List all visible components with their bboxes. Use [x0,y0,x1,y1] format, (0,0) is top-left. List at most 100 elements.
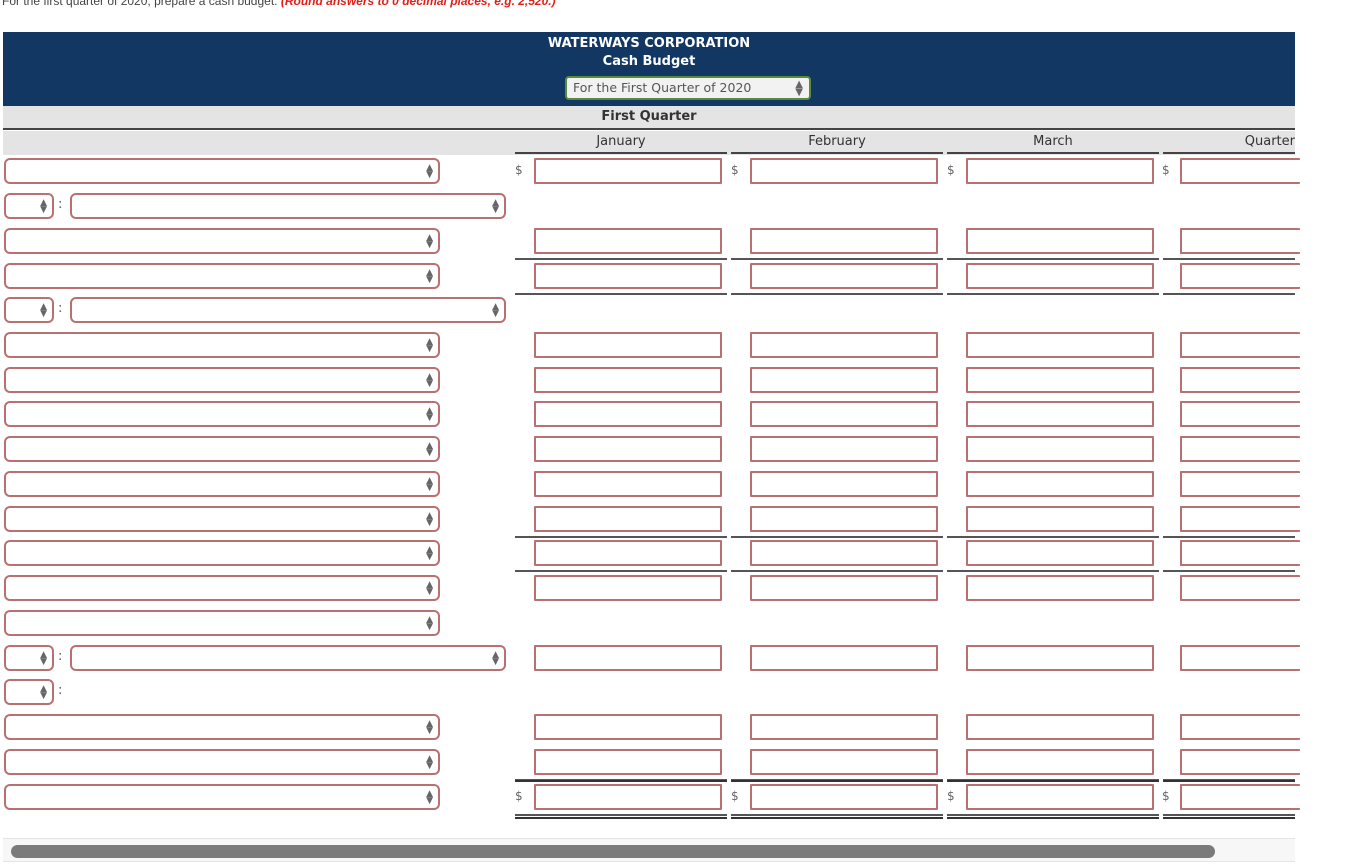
group-header-band: First Quarter [3,106,1295,130]
amount-input-march[interactable] [966,436,1154,462]
sign-select[interactable]: ▲ ▼ [4,193,54,219]
amount-input-january[interactable] [534,263,722,289]
period-select-value: For the First Quarter of 2020 [573,80,752,95]
amount-input-february[interactable] [750,471,938,497]
updown-arrows-icon: ▲ ▼ [426,615,433,632]
amount-input-quarter[interactable] [1180,575,1300,601]
line-item-select[interactable]: ▲ ▼ [4,749,440,775]
line-item-select[interactable]: ▲ ▼ [4,714,440,740]
amount-input-february[interactable] [750,158,938,184]
updown-arrows-icon: ▲ ▼ [795,79,803,98]
amount-input-quarter[interactable] [1180,506,1300,532]
amount-input-february[interactable] [750,749,938,775]
sign-select[interactable]: ▲ ▼ [4,297,54,323]
amount-input-quarter[interactable] [1180,367,1300,393]
updown-arrows-icon: ▲ ▼ [426,545,433,562]
line-item-select[interactable]: ▲ ▼ [4,575,440,601]
updown-arrows-icon: ▲ ▼ [426,476,433,493]
amount-input-quarter[interactable] [1180,645,1300,671]
amount-input-february[interactable] [750,714,938,740]
amount-input-march[interactable] [966,645,1154,671]
line-item-select[interactable]: ▲ ▼ [70,645,506,671]
line-item-select[interactable]: ▲ ▼ [4,332,440,358]
line-item-select[interactable]: ▲ ▼ [4,401,440,427]
amount-input-march[interactable] [966,367,1154,393]
amount-input-quarter[interactable] [1180,749,1300,775]
total-underline [1163,293,1295,295]
scrollbar-thumb[interactable] [11,845,1215,858]
amount-input-february[interactable] [750,228,938,254]
updown-arrows-icon: ▲ ▼ [426,719,433,736]
amount-input-quarter[interactable] [1180,471,1300,497]
amount-input-january[interactable] [534,645,722,671]
amount-input-february[interactable] [750,367,938,393]
amount-input-february[interactable] [750,540,938,566]
updown-arrows-icon: ▲ ▼ [426,406,433,423]
amount-input-february[interactable] [750,784,938,810]
amount-input-quarter[interactable] [1180,784,1300,810]
amount-input-march[interactable] [966,540,1154,566]
amount-input-january[interactable] [534,367,722,393]
currency-symbol: $ [947,163,955,177]
amount-input-march[interactable] [966,401,1154,427]
line-item-select[interactable]: ▲ ▼ [70,193,506,219]
amount-input-march[interactable] [966,714,1154,740]
line-item-select[interactable]: ▲ ▼ [4,367,440,393]
sign-select[interactable]: ▲ ▼ [4,679,54,705]
currency-symbol: $ [1162,163,1170,177]
amount-input-january[interactable] [534,401,722,427]
sign-select[interactable]: ▲ ▼ [4,645,54,671]
amount-input-quarter[interactable] [1180,228,1300,254]
line-item-select[interactable]: ▲ ▼ [4,263,440,289]
amount-input-march[interactable] [966,506,1154,532]
amount-input-march[interactable] [966,332,1154,358]
amount-input-january[interactable] [534,749,722,775]
amount-input-february[interactable] [750,575,938,601]
amount-input-february[interactable] [750,401,938,427]
updown-arrows-icon: ▲ ▼ [426,789,433,806]
amount-input-february[interactable] [750,332,938,358]
amount-input-quarter[interactable] [1180,332,1300,358]
line-item-select[interactable]: ▲ ▼ [4,228,440,254]
line-item-select[interactable]: ▲ ▼ [4,158,440,184]
amount-input-january[interactable] [534,784,722,810]
amount-input-january[interactable] [534,332,722,358]
amount-input-january[interactable] [534,436,722,462]
amount-input-january[interactable] [534,158,722,184]
amount-input-quarter[interactable] [1180,714,1300,740]
currency-symbol: $ [1162,789,1170,803]
line-item-select[interactable]: ▲ ▼ [4,540,440,566]
amount-input-february[interactable] [750,436,938,462]
amount-input-march[interactable] [966,749,1154,775]
amount-input-quarter[interactable] [1180,540,1300,566]
amount-input-january[interactable] [534,575,722,601]
amount-input-quarter[interactable] [1180,401,1300,427]
period-select[interactable]: For the First Quarter of 2020 ▲ ▼ [565,76,811,100]
horizontal-scrollbar[interactable] [3,838,1295,862]
amount-input-quarter[interactable] [1180,158,1300,184]
amount-input-march[interactable] [966,575,1154,601]
amount-input-quarter[interactable] [1180,436,1300,462]
line-item-select[interactable]: ▲ ▼ [4,436,440,462]
amount-input-march[interactable] [966,263,1154,289]
line-item-select[interactable]: ▲ ▼ [4,506,440,532]
currency-symbol: $ [731,789,739,803]
line-item-select[interactable]: ▲ ▼ [4,784,440,810]
amount-input-march[interactable] [966,228,1154,254]
amount-input-january[interactable] [534,714,722,740]
amount-input-march[interactable] [966,471,1154,497]
amount-input-february[interactable] [750,263,938,289]
updown-arrows-icon: ▲ ▼ [492,650,499,667]
amount-input-january[interactable] [534,471,722,497]
line-item-select[interactable]: ▲ ▼ [70,297,506,323]
line-item-select[interactable]: ▲ ▼ [4,610,440,636]
amount-input-january[interactable] [534,506,722,532]
amount-input-january[interactable] [534,228,722,254]
amount-input-quarter[interactable] [1180,263,1300,289]
line-item-select[interactable]: ▲ ▼ [4,471,440,497]
amount-input-march[interactable] [966,158,1154,184]
amount-input-february[interactable] [750,506,938,532]
amount-input-january[interactable] [534,540,722,566]
amount-input-march[interactable] [966,784,1154,810]
amount-input-february[interactable] [750,645,938,671]
